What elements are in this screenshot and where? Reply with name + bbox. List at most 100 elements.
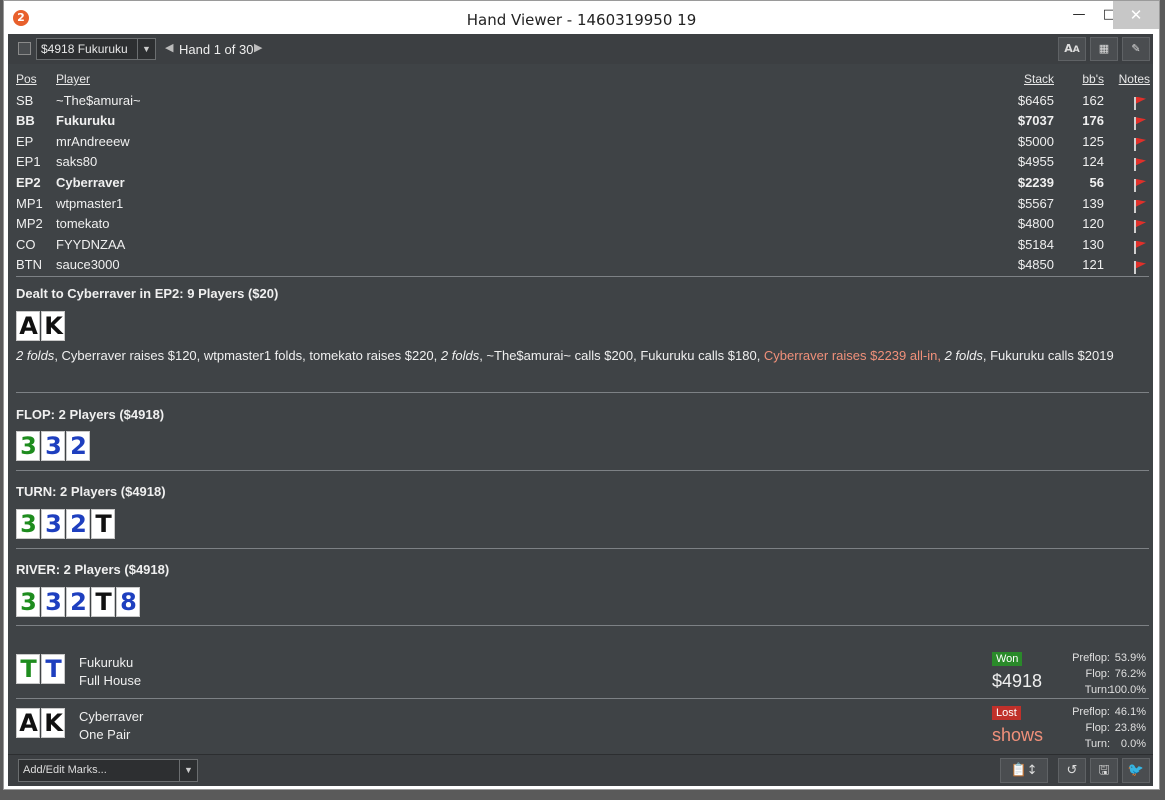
player-stack: $5000 xyxy=(1017,133,1054,149)
result-hand-rank: Full House xyxy=(79,673,142,688)
grid-icon: ▦ xyxy=(1098,42,1110,55)
notes-flag-icon[interactable] xyxy=(1132,199,1148,213)
player-row[interactable]: EP1 saks80 $4955 124 xyxy=(16,152,1150,173)
col-bbs-header[interactable]: bb's xyxy=(1082,72,1104,86)
won-badge: Won xyxy=(992,652,1023,666)
marks-dropdown[interactable]: Add/Edit Marks... ▼ xyxy=(18,759,198,782)
player-bbs: 162 xyxy=(1082,92,1104,108)
playing-card: 3 xyxy=(16,587,40,617)
hand-select-value: $4918 Fukuruku xyxy=(41,42,128,56)
playing-card: T xyxy=(91,587,115,617)
col-player-header[interactable]: Player xyxy=(56,72,90,86)
preflop-title: Dealt to Cyberraver in EP2: 9 Players ($… xyxy=(16,286,279,301)
action-text: , Fukuruku calls $2019 xyxy=(982,348,1114,363)
minimize-button[interactable]: — xyxy=(1063,1,1095,29)
playing-card: K xyxy=(41,311,65,341)
result-row-winner: TT Fukuruku Full House Won $4918 Preflop… xyxy=(16,647,1150,696)
save-icon: 🖫 xyxy=(1098,763,1110,778)
footer-bar: Add/Edit Marks... ▼ 📋↕ ↺ 🖫 🐦 xyxy=(8,754,1153,786)
player-bbs: 56 xyxy=(1089,174,1104,190)
divider xyxy=(16,698,1149,699)
playing-card: 3 xyxy=(41,587,65,617)
notes-flag-icon[interactable] xyxy=(1132,261,1148,275)
clipboard-button[interactable]: 📋↕ xyxy=(1000,758,1048,783)
player-rows: SB ~The$amurai~ $6465 162 BB Fukuruku $7037 176… xyxy=(16,91,1150,276)
notes-flag-icon[interactable] xyxy=(1132,96,1148,110)
equity-label: Turn: xyxy=(1084,684,1110,696)
player-row[interactable]: BB Fukuruku $7037 176 xyxy=(16,111,1150,132)
player-stack: $2239 xyxy=(1017,174,1054,190)
chevron-down-icon: ▼ xyxy=(137,39,155,59)
playing-card: T xyxy=(91,509,115,539)
player-row[interactable]: BTN sauce3000 $4850 121 xyxy=(16,255,1150,276)
action-text: , ~The$amurai~ calls $200, Fukuruku call… xyxy=(479,348,764,363)
player-row[interactable]: EP2 Cyberraver $2239 56 xyxy=(16,173,1150,194)
clipboard-icon: 📋↕ xyxy=(1010,763,1038,778)
turn-equity: 100.0% xyxy=(1108,684,1146,696)
player-position: EP1 xyxy=(16,154,41,170)
title-bar[interactable]: 2 Hand Viewer - 1460319950 19 — □ ✕ xyxy=(4,1,1159,35)
player-position: BTN xyxy=(16,257,42,273)
player-row[interactable]: EP mrAndreeew $5000 125 xyxy=(16,132,1150,153)
notes-flag-icon[interactable] xyxy=(1132,158,1148,172)
tweet-button[interactable]: 🐦 xyxy=(1122,758,1150,783)
player-name: ~The$amurai~ xyxy=(56,92,141,108)
flop-equity: 23.8% xyxy=(1114,722,1146,734)
hand-select-dropdown[interactable]: $4918 Fukuruku ▼ xyxy=(36,38,156,60)
font-size-button[interactable]: AA xyxy=(1058,37,1086,61)
equity-label: Turn: xyxy=(1084,738,1110,750)
player-stack: $7037 xyxy=(1017,113,1054,129)
notes-flag-icon[interactable] xyxy=(1132,240,1148,254)
player-name: Fukuruku xyxy=(56,113,116,129)
card-style-button[interactable]: ▦ xyxy=(1090,37,1118,61)
equity-label: Flop: xyxy=(1085,668,1110,680)
col-notes-header[interactable]: Notes xyxy=(1119,72,1150,86)
divider xyxy=(16,548,1149,549)
notes-flag-icon[interactable] xyxy=(1132,117,1148,131)
player-row[interactable]: MP2 tomekato $4800 120 xyxy=(16,214,1150,235)
close-icon: ✕ xyxy=(1129,6,1143,24)
player-name: tomekato xyxy=(56,216,110,232)
notes-flag-icon[interactable] xyxy=(1132,178,1148,192)
player-name: mrAndreeew xyxy=(56,133,130,149)
next-hand-icon[interactable]: ▶ xyxy=(254,41,262,54)
edit-button[interactable]: ✎ xyxy=(1122,37,1150,61)
notes-flag-icon[interactable] xyxy=(1132,220,1148,234)
playing-card: 2 xyxy=(66,431,90,461)
col-pos-header[interactable]: Pos xyxy=(16,72,37,86)
save-button[interactable]: 🖫 xyxy=(1090,758,1118,783)
col-stack-header[interactable]: Stack xyxy=(1024,72,1054,86)
result-player-name: Fukuruku xyxy=(79,655,134,670)
replay-button[interactable]: ↺ xyxy=(1058,758,1086,783)
previous-hand-icon[interactable]: ◀ xyxy=(165,41,173,54)
bird-icon: 🐦 xyxy=(1127,763,1145,778)
close-button[interactable]: ✕ xyxy=(1113,1,1159,29)
window-title: Hand Viewer - 1460319950 19 xyxy=(466,11,697,29)
player-row[interactable]: CO FYYDNZAA $5184 130 xyxy=(16,235,1150,256)
player-position: SB xyxy=(16,92,34,108)
river-cards: 332T8 xyxy=(16,587,140,617)
equity-stats: Preflop: 46.1% Flop: 23.8% Turn: 0.0% xyxy=(1056,704,1150,752)
players-table: Pos Player Stack bb's Notes SB ~The$amura… xyxy=(16,70,1150,276)
equity-label: Preflop: xyxy=(1072,652,1110,664)
player-row[interactable]: MP1 wtpmaster1 $5567 139 xyxy=(16,194,1150,215)
hole-cards: AK xyxy=(16,311,65,341)
all-in-action: Cyberraver raises $2239 all-in, xyxy=(763,348,941,363)
playing-card: 3 xyxy=(41,509,65,539)
lost-badge: Lost xyxy=(992,706,1021,720)
player-row[interactable]: SB ~The$amurai~ $6465 162 xyxy=(16,91,1150,112)
player-name: saks80 xyxy=(56,154,98,170)
playing-card: 3 xyxy=(16,509,40,539)
loser-cards: AK xyxy=(16,708,65,738)
select-hand-checkbox[interactable] xyxy=(18,42,31,55)
minimize-icon: — xyxy=(1072,7,1086,22)
player-position: MP2 xyxy=(16,216,43,232)
result-hand-rank: One Pair xyxy=(79,727,131,742)
player-bbs: 130 xyxy=(1082,236,1104,252)
turn-equity: 0.0% xyxy=(1120,738,1146,750)
notes-flag-icon[interactable] xyxy=(1132,137,1148,151)
replay-icon: ↺ xyxy=(1066,763,1078,778)
preflop-actions: 2 folds, Cyberraver raises $120, wtpmast… xyxy=(16,346,1141,365)
playing-card: 3 xyxy=(16,431,40,461)
divider xyxy=(16,625,1149,626)
